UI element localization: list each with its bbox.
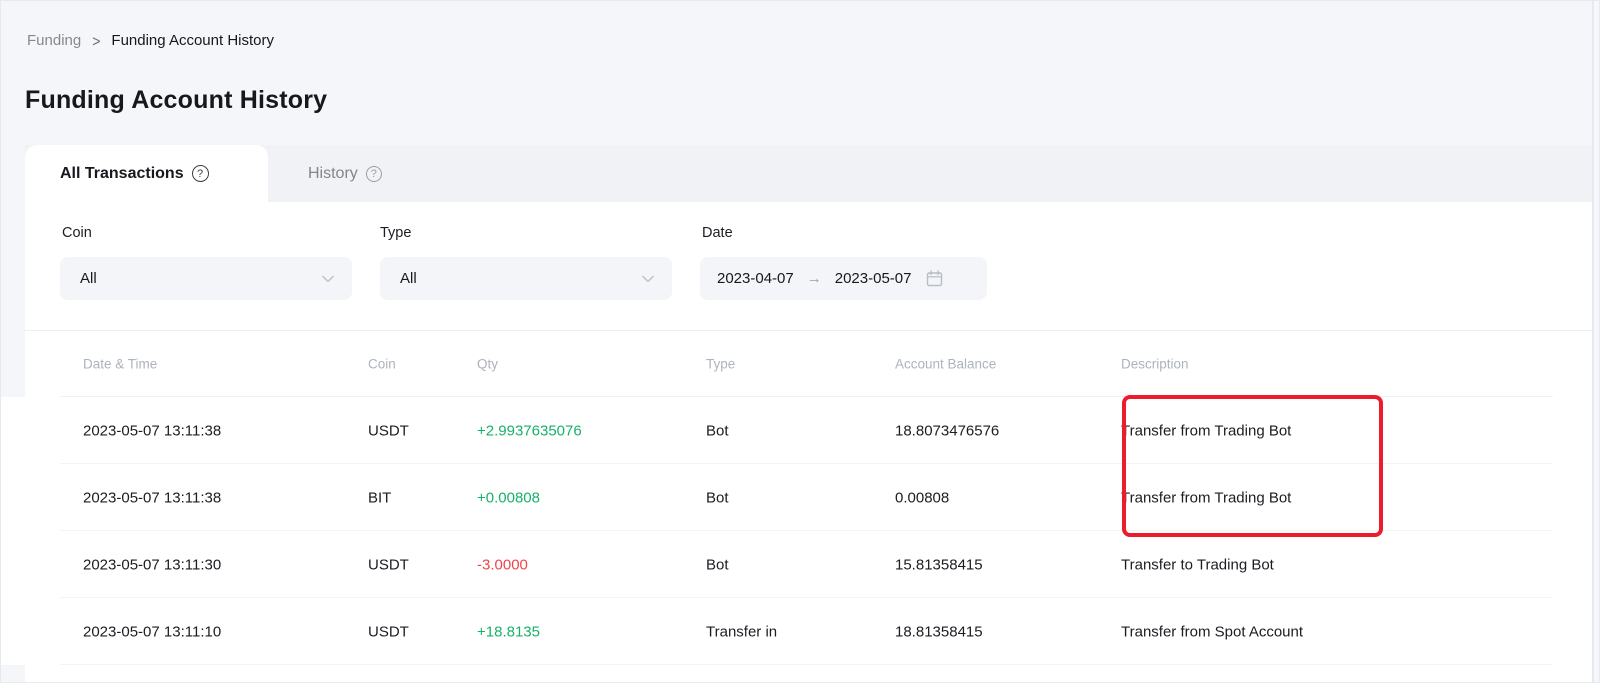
coin-filter-value: All <box>80 270 97 287</box>
chevron-down-icon <box>322 275 334 283</box>
coin-filter-select[interactable]: All <box>60 257 352 300</box>
cell-type: Transfer in <box>706 623 777 640</box>
cell-qty: +2.9937635076 <box>477 422 582 439</box>
type-filter-label: Type <box>380 225 411 241</box>
cell-datetime: 2023-05-07 13:11:10 <box>83 623 221 640</box>
column-header-balance: Account Balance <box>895 356 996 371</box>
breadcrumb-funding-link[interactable]: Funding <box>27 32 81 49</box>
cell-description: Transfer to Trading Bot <box>1121 556 1274 573</box>
help-icon[interactable]: ? <box>192 165 209 182</box>
cell-description: Transfer from Spot Account <box>1121 623 1303 640</box>
table-row[interactable]: 2023-05-07 13:11:30 USDT -3.0000 Bot 15.… <box>0 531 1600 598</box>
tab-history[interactable]: History ? <box>308 145 382 202</box>
cell-qty: -3.0000 <box>477 556 528 573</box>
column-header-qty: Qty <box>477 356 498 371</box>
breadcrumb-current-page: Funding Account History <box>111 32 274 49</box>
cell-coin: USDT <box>368 623 409 640</box>
cell-coin: BIT <box>368 489 391 506</box>
cell-account-balance: 15.81358415 <box>895 556 983 573</box>
date-range-end: 2023-05-07 <box>835 270 912 287</box>
tab-strip: All Transactions ? History ? <box>25 145 1592 202</box>
breadcrumb-chevron-icon: > <box>92 31 100 49</box>
row-divider <box>60 664 1553 665</box>
column-header-coin: Coin <box>368 356 396 371</box>
column-header-datetime: Date & Time <box>83 356 157 371</box>
chevron-down-icon <box>642 275 654 283</box>
date-filter-label: Date <box>702 225 733 241</box>
coin-filter-label: Coin <box>62 225 92 241</box>
cell-datetime: 2023-05-07 13:11:38 <box>83 422 221 439</box>
table-row[interactable]: 2023-05-07 13:11:38 BIT +0.00808 Bot 0.0… <box>0 464 1600 531</box>
cell-description: Transfer from Trading Bot <box>1121 489 1291 506</box>
range-arrow-icon: → <box>807 270 822 287</box>
cell-qty: +0.00808 <box>477 489 540 506</box>
cell-account-balance: 18.81358415 <box>895 623 983 640</box>
tab-all-transactions-label: All Transactions <box>60 165 184 183</box>
cell-type: Bot <box>706 489 729 506</box>
date-range-picker[interactable]: 2023-04-07 → 2023-05-07 <box>700 257 987 300</box>
cell-datetime: 2023-05-07 13:11:30 <box>83 556 221 573</box>
date-range-start: 2023-04-07 <box>717 270 794 287</box>
tab-history-label: History <box>308 165 358 183</box>
help-icon[interactable]: ? <box>366 166 382 182</box>
cell-datetime: 2023-05-07 13:11:38 <box>83 489 221 506</box>
cell-type: Bot <box>706 556 729 573</box>
type-filter-select[interactable]: All <box>380 257 672 300</box>
column-header-type: Type <box>706 356 735 371</box>
cell-coin: USDT <box>368 556 409 573</box>
type-filter-value: All <box>400 270 417 287</box>
cell-description: Transfer from Trading Bot <box>1121 422 1291 439</box>
scrollbar-track[interactable] <box>1592 0 1600 683</box>
calendar-icon <box>926 270 943 287</box>
column-header-description: Description <box>1121 356 1189 371</box>
table-header-row: Date & Time Coin Qty Type Account Balanc… <box>0 330 1600 397</box>
breadcrumb: Funding > Funding Account History <box>27 32 274 49</box>
cell-coin: USDT <box>368 422 409 439</box>
page-title: Funding Account History <box>25 86 327 115</box>
cell-account-balance: 18.8073476576 <box>895 422 999 439</box>
table-row[interactable]: 2023-05-07 13:11:10 USDT +18.8135 Transf… <box>0 598 1600 665</box>
table-row[interactable]: 2023-05-07 13:11:38 USDT +2.9937635076 B… <box>0 397 1600 464</box>
cell-qty: +18.8135 <box>477 623 540 640</box>
tab-all-transactions[interactable]: All Transactions ? <box>25 145 268 202</box>
cell-account-balance: 0.00808 <box>895 489 949 506</box>
cell-type: Bot <box>706 422 729 439</box>
